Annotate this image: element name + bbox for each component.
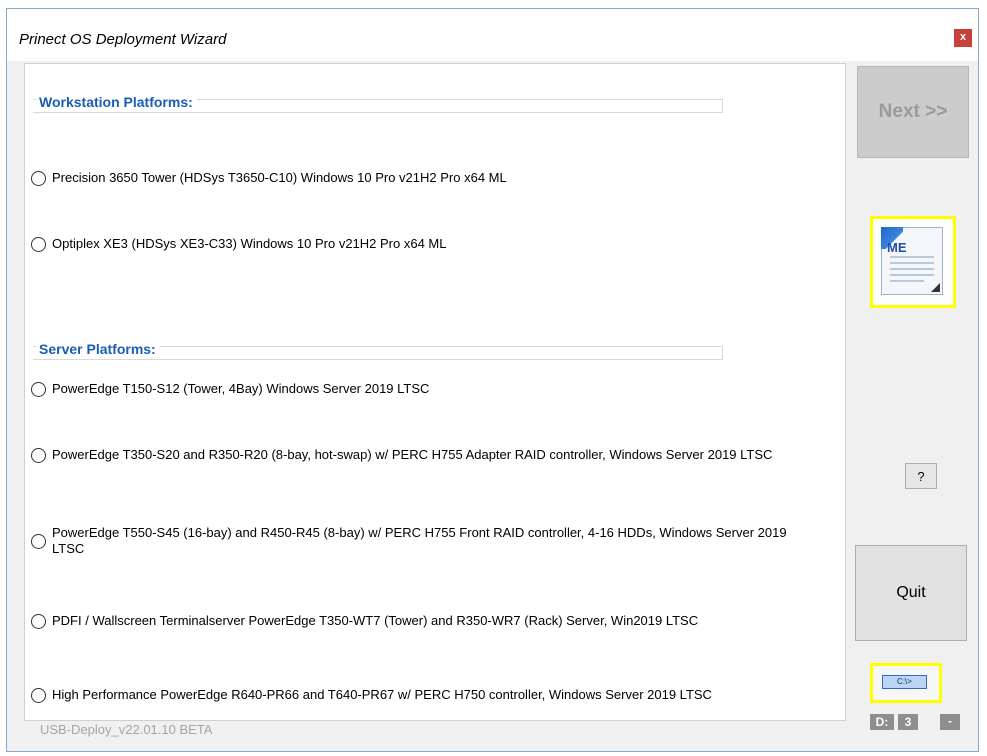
option-label: High Performance PowerEdge R640-PR66 and… (52, 687, 712, 702)
option-pdfi-wallscreen[interactable]: PDFI / Wallscreen Terminalserver PowerEd… (31, 613, 698, 629)
option-label: PowerEdge T350-S20 and R350-R20 (8-bay, … (52, 447, 773, 462)
quit-button[interactable]: Quit (855, 545, 967, 641)
window-title: Prinect OS Deployment Wizard (19, 31, 227, 48)
doc-line (890, 256, 934, 258)
cmd-highlight: C:\> (870, 663, 942, 703)
close-button[interactable]: x (954, 29, 972, 47)
option-poweredge-t350[interactable]: PowerEdge T350-S20 and R350-R20 (8-bay, … (31, 447, 791, 463)
option-label: Optiplex XE3 (HDSys XE3-C33) Windows 10 … (52, 236, 447, 251)
option-poweredge-t550[interactable]: PowerEdge T550-S45 (16-bay) and R450-R45… (31, 525, 791, 557)
radio-button[interactable] (31, 170, 46, 186)
option-high-performance[interactable]: High Performance PowerEdge R640-PR66 and… (31, 687, 712, 703)
workstation-section-header: Workstation Platforms: (33, 94, 723, 113)
option-poweredge-t150[interactable]: PowerEdge T150-S12 (Tower, 4Bay) Windows… (31, 381, 429, 397)
doc-line (890, 268, 934, 270)
minus-button[interactable]: - (940, 714, 960, 730)
server-section-header: Server Platforms: (33, 341, 723, 360)
readme-icon-text: ME (887, 240, 907, 255)
option-label: Precision 3650 Tower (HDSys T3650-C10) W… (52, 170, 507, 185)
readme-highlight[interactable]: ME (870, 216, 956, 308)
workstation-section-label: Workstation Platforms: (36, 94, 197, 110)
option-label: PDFI / Wallscreen Terminalserver PowerEd… (52, 613, 699, 628)
drive-count-badge: 3 (898, 714, 918, 730)
option-label: PowerEdge T550-S45 (16-bay) and R450-R45… (52, 525, 787, 556)
doc-line (890, 274, 934, 276)
doc-line (890, 280, 924, 282)
command-prompt-button[interactable]: C:\> (882, 675, 927, 689)
server-section-label: Server Platforms: (36, 341, 160, 357)
radio-button[interactable] (31, 687, 46, 703)
readme-icon[interactable]: ME (881, 227, 943, 295)
option-label: PowerEdge T150-S12 (Tower, 4Bay) Windows… (52, 381, 430, 396)
option-precision-3650[interactable]: Precision 3650 Tower (HDSys T3650-C10) W… (31, 170, 507, 186)
doc-line (890, 262, 934, 264)
drive-letter-badge: D: (870, 714, 894, 730)
title-bar[interactable]: Prinect OS Deployment Wizard x (7, 9, 978, 61)
resize-corner-icon (931, 283, 940, 292)
radio-button[interactable] (31, 447, 46, 463)
version-label: USB-Deploy_v22.01.10 BETA (40, 722, 213, 737)
platform-panel: Workstation Platforms: Precision 3650 To… (24, 63, 846, 721)
next-button[interactable]: Next >> (857, 66, 969, 158)
radio-button[interactable] (31, 381, 46, 397)
radio-button[interactable] (31, 236, 46, 252)
radio-button[interactable] (31, 613, 46, 629)
option-optiplex-xe3[interactable]: Optiplex XE3 (HDSys XE3-C33) Windows 10 … (31, 236, 447, 252)
radio-button[interactable] (31, 533, 46, 549)
help-button[interactable]: ? (905, 463, 937, 489)
